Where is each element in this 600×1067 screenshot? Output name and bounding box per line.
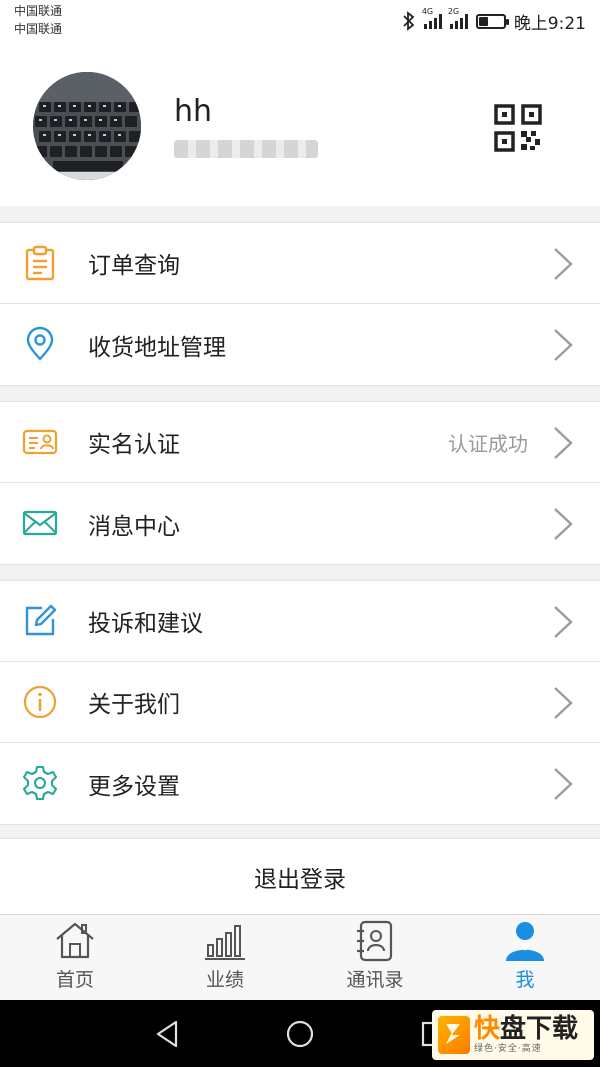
keyboard-photo: [33, 72, 141, 180]
chevron-right-icon: [554, 606, 573, 638]
gear-icon: [22, 765, 58, 801]
tab-contacts[interactable]: 通讯录: [300, 915, 450, 1000]
battery-icon: [475, 13, 509, 29]
menu-item-order-query[interactable]: 订单查询: [0, 223, 600, 304]
network-type-label: 4G: [421, 7, 434, 16]
system-nav-bar: 快盘下载 绿色·安全·高速: [0, 1000, 600, 1067]
info-icon: [23, 685, 57, 719]
menu-item-feedback[interactable]: 投诉和建议: [0, 581, 600, 662]
chevron-right-icon: [554, 329, 573, 361]
logout-button[interactable]: 退出登录: [0, 838, 600, 914]
menu-item-label: 关于我们: [88, 692, 180, 718]
menu-item-label: 收货地址管理: [88, 334, 226, 361]
menu-group-misc: 投诉和建议 关于我们 更多设置: [0, 580, 600, 825]
tab-label: 首页: [55, 969, 94, 991]
verification-status: 认证成功: [448, 431, 528, 456]
menu-item-label: 实名认证: [88, 432, 180, 458]
menu-item-more-settings[interactable]: 更多设置: [0, 743, 600, 824]
chevron-right-icon: [554, 508, 573, 540]
signal-icon: 4G: [422, 7, 442, 29]
menu-item-about-us[interactable]: 关于我们: [0, 662, 600, 743]
profile-header[interactable]: hh 1: [0, 44, 600, 206]
qr-code-icon[interactable]: [494, 104, 542, 152]
carrier-label: 中国联通: [14, 4, 63, 18]
status-bar: 中国联通 中国联通 4G 2G 晚上9:21: [0, 0, 600, 44]
tab-label: 通讯录: [346, 969, 404, 991]
bluetooth-icon: [403, 11, 415, 31]
carrier-label: 中国联通: [14, 22, 63, 36]
edit-icon: [25, 604, 57, 636]
watermark-slogan: 绿色·安全·高速: [474, 1044, 542, 1054]
network-type-label: 2G: [447, 7, 460, 16]
clock: 晚上9:21: [513, 13, 586, 34]
chevron-right-icon: [554, 687, 573, 719]
menu-item-label: 更多设置: [88, 773, 180, 800]
menu-item-label: 订单查询: [88, 253, 180, 279]
tab-performance[interactable]: 业绩: [150, 915, 300, 1000]
avatar[interactable]: [33, 72, 141, 180]
user-icon: [506, 922, 544, 961]
watermark-logo: [438, 1016, 470, 1054]
signal-icon: 2G: [448, 7, 468, 29]
username: hh: [174, 94, 213, 129]
clipboard-icon: [25, 245, 55, 281]
battery-level: [478, 16, 488, 26]
menu-group-account: 实名认证 认证成功 消息中心: [0, 401, 600, 565]
chevron-right-icon: [554, 248, 573, 280]
id-card-icon: [22, 429, 58, 455]
tab-me[interactable]: 我: [450, 915, 600, 1000]
home-icon: [56, 922, 94, 959]
menu-item-label: 投诉和建议: [88, 611, 203, 637]
status-indicators: 4G 2G 晚上9:21: [402, 7, 586, 34]
watermark-text: 快盘下载: [474, 1014, 579, 1044]
chevron-right-icon: [554, 427, 573, 459]
tab-label: 业绩: [205, 969, 244, 991]
site-watermark: 快盘下载 绿色·安全·高速: [432, 1010, 594, 1060]
menu-item-address-management[interactable]: 收货地址管理: [0, 304, 600, 385]
location-pin-icon: [26, 326, 54, 361]
menu-item-message-center[interactable]: 消息中心: [0, 483, 600, 564]
back-icon[interactable]: [152, 1018, 184, 1050]
phone-number-masked: 1: [174, 140, 318, 158]
chevron-right-icon: [554, 768, 573, 800]
home-button-icon[interactable]: [284, 1018, 316, 1050]
tab-home[interactable]: 首页: [0, 915, 150, 1000]
bottom-tab-bar: 首页 业绩 通讯录 我: [0, 914, 600, 1000]
contacts-icon: [357, 920, 393, 962]
menu-item-real-name-verification[interactable]: 实名认证 认证成功: [0, 402, 600, 483]
envelope-icon: [22, 510, 58, 536]
tab-label: 我: [515, 969, 535, 991]
menu-item-label: 消息中心: [88, 513, 180, 540]
menu-group-orders: 订单查询 收货地址管理: [0, 222, 600, 386]
bar-chart-icon: [205, 925, 245, 960]
